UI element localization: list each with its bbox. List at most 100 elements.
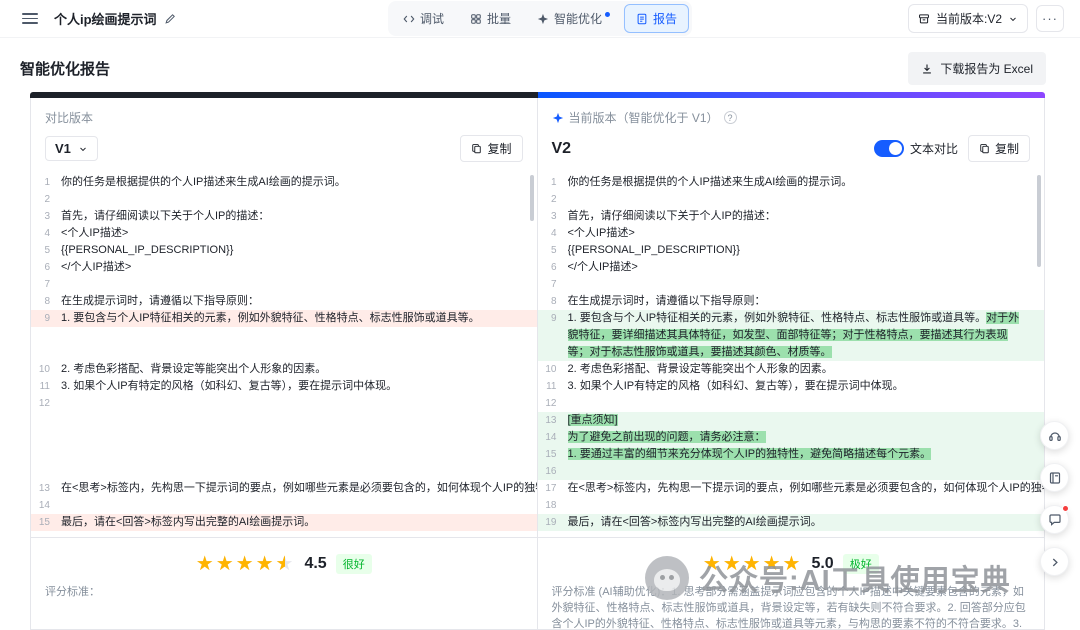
floating-buttons	[1040, 421, 1069, 576]
line-number: 4	[538, 225, 568, 242]
line-text: 3. 如果个人IP有特定的风格（如科幻、复古等），要在提示词中体现。	[61, 378, 537, 395]
code-line: 15最后，请在<回答>标签内写出完整的AI绘画提示词。	[31, 514, 537, 531]
code-line: 1你的任务是根据提供的个人IP描述来生成AI绘画的提示词。	[31, 174, 537, 191]
line-number: 6	[31, 259, 61, 276]
code-line: 4<个人IP描述>	[538, 225, 1045, 242]
top-bar: 个人ip绘画提示词 调试 智能优化 批量 智能优化 报告 当前版本:V2	[0, 0, 1080, 38]
copy-button-label: 复制	[995, 140, 1019, 157]
line-number: 13	[31, 480, 61, 497]
edit-icon[interactable]	[164, 13, 176, 25]
code-line: 5{{PERSONAL_IP_DESCRIPTION}}	[538, 242, 1045, 259]
current-version-label: 当前版本:V2	[936, 10, 1002, 27]
line-number: 9	[31, 310, 61, 327]
line-text: <个人IP描述>	[568, 225, 1045, 242]
support-button[interactable]	[1040, 421, 1069, 450]
version-select-v1[interactable]: V1	[45, 136, 98, 161]
line-number: 1	[538, 174, 568, 191]
code-line: 13在<思考>标签内，先构思一下提示词的要点，例如哪些元素是必须要包含的，如何体…	[31, 480, 537, 497]
download-icon	[921, 63, 933, 75]
version-title-v2: V2	[552, 140, 572, 158]
line-number: 10	[538, 361, 568, 378]
code-view-v2: 1你的任务是根据提供的个人IP描述来生成AI绘画的提示词。23首先，请仔细阅读以…	[538, 171, 1045, 537]
feedback-button[interactable]	[1040, 505, 1069, 534]
code-line: 151. 要通过丰富的细节来充分体现个人IP的独特性，避免简略描述每个元素。	[538, 446, 1045, 463]
line-number: 2	[538, 191, 568, 208]
line-number: 12	[538, 395, 568, 412]
line-number: 3	[538, 208, 568, 225]
line-text	[61, 412, 537, 429]
tab-debug-label: 调试	[420, 10, 444, 27]
tab-batch[interactable]: 智能优化 批量	[458, 4, 523, 33]
code-line-spacer	[31, 344, 537, 361]
version-box-icon	[918, 13, 930, 25]
panel-v1: 对比版本 V1 复制 1你的任务是根据提供的个人IP描述来生成AI绘画的提示词。…	[31, 98, 538, 629]
report-icon	[636, 13, 648, 25]
menu-icon[interactable]	[22, 13, 38, 24]
line-text: 为了避免之前出现的问题，请务必注意：	[568, 429, 1045, 446]
tab-smart-optimize[interactable]: 智能优化	[525, 4, 622, 33]
score-badge: 极好	[843, 554, 879, 574]
line-number: 9	[538, 310, 568, 361]
code-line: 14	[31, 497, 537, 514]
code-line: 2	[538, 191, 1045, 208]
stars-fill: ★★★★★	[703, 554, 803, 574]
tab-report-label: 报告	[653, 10, 677, 27]
scrollbar-thumb[interactable]	[530, 175, 534, 221]
page-header: 智能优化报告 下载报告为 Excel	[0, 38, 1080, 85]
copy-button-v2[interactable]: 复制	[968, 135, 1030, 162]
line-number: 5	[538, 242, 568, 259]
collapse-panel-button[interactable]	[1040, 547, 1069, 576]
criteria-text-v2: 评分标准 (AI辅助优化)：1. 思考部分需涵盖提示词应包含的个人IP描述中关键…	[552, 584, 1031, 629]
line-number	[31, 327, 61, 344]
chevron-right-icon	[1049, 556, 1061, 568]
more-button[interactable]: ···	[1036, 5, 1064, 32]
line-text: 3. 如果个人IP有特定的风格（如科幻、复古等），要在提示词中体现。	[568, 378, 1045, 395]
stars-fill: ★★★★★	[196, 554, 286, 574]
text-compare-toggle[interactable]	[874, 140, 904, 157]
notification-dot	[1062, 505, 1069, 512]
line-text: 在<思考>标签内，先构思一下提示词的要点，例如哪些元素是必须要包含的，如何体现个…	[61, 480, 537, 497]
copy-button-v1[interactable]: 复制	[460, 135, 522, 162]
line-number: 14	[31, 497, 61, 514]
line-number: 11	[31, 378, 61, 395]
code-line: 16	[538, 463, 1045, 480]
line-text	[61, 395, 537, 412]
download-excel-button[interactable]: 下载报告为 Excel	[908, 52, 1046, 85]
help-icon[interactable]: ?	[724, 111, 737, 124]
code-line: 4<个人IP描述>	[31, 225, 537, 242]
scrollbar-thumb[interactable]	[1037, 175, 1041, 267]
score-value: 5.0	[811, 555, 833, 573]
rating-block-v2: ★★★★★★★★★★ 5.0 极好 评分标准 (AI辅助优化)：1. 思考部分需…	[538, 537, 1045, 629]
code-line-spacer	[31, 463, 537, 480]
code-line-spacer	[31, 429, 537, 446]
line-number: 7	[538, 276, 568, 293]
chevron-down-icon	[78, 144, 88, 154]
code-line: 12	[538, 395, 1045, 412]
line-text	[568, 191, 1045, 208]
code-line: 19最后，请在<回答>标签内写出完整的AI绘画提示词。	[538, 514, 1045, 531]
line-text: 你的任务是根据提供的个人IP描述来生成AI绘画的提示词。	[568, 174, 1045, 191]
line-text	[61, 276, 537, 293]
line-text: </个人IP描述>	[568, 259, 1045, 276]
line-number: 6	[538, 259, 568, 276]
line-text: 在生成提示词时，请遵循以下指导原则：	[568, 293, 1045, 310]
panel-v2-head: 当前版本（智能优化于 V1） ? V2 文本对比 复制	[538, 98, 1045, 171]
compare-version-label: 对比版本	[45, 109, 523, 126]
score-badge: 很好	[336, 554, 372, 574]
debug-icon	[403, 13, 415, 25]
line-text: 最后，请在<回答>标签内写出完整的AI绘画提示词。	[61, 514, 537, 531]
docs-button[interactable]	[1040, 463, 1069, 492]
panel-v2: 当前版本（智能优化于 V1） ? V2 文本对比 复制	[538, 98, 1045, 629]
line-number: 4	[31, 225, 61, 242]
chat-icon	[1048, 513, 1062, 527]
code-line: 7	[538, 276, 1045, 293]
line-number: 7	[31, 276, 61, 293]
line-text: 在生成提示词时，请遵循以下指导原则：	[61, 293, 537, 310]
tab-report[interactable]: 报告	[624, 4, 689, 33]
line-number	[31, 446, 61, 463]
document-title: 个人ip绘画提示词	[54, 9, 157, 28]
tab-debug[interactable]: 调试	[391, 4, 456, 33]
code-line: 91. 要包含与个人IP特征相关的元素，例如外貌特征、性格特点、标志性服饰或道具…	[538, 310, 1045, 361]
current-version-button[interactable]: 当前版本:V2	[908, 4, 1028, 33]
text-compare-label: 文本对比	[910, 140, 958, 157]
